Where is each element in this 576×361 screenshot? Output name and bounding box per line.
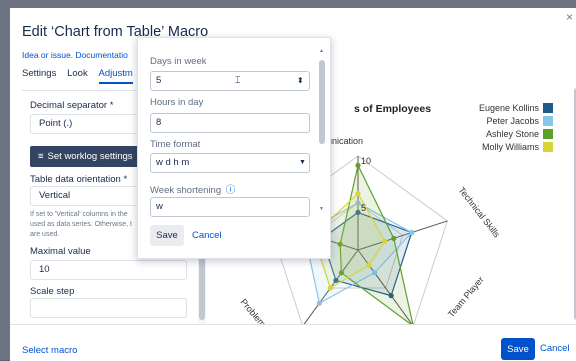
radar-data-point (391, 235, 397, 241)
legend-swatch (543, 116, 553, 126)
week-shortening-input[interactable]: w (150, 197, 310, 217)
legend-label: Peter Jacobs (486, 116, 539, 126)
worklog-settings-popup: Days in week 5 ⌶ ⬍ Hours in day 8 Time f… (137, 37, 331, 259)
decimal-separator-label: Decimal separator * (30, 100, 114, 111)
stepper-icon[interactable]: ⬍ (297, 72, 304, 90)
days-in-week-input[interactable]: 5 ⌶ ⬍ (150, 71, 310, 91)
radar-axis-label: Technical Skills (456, 185, 502, 240)
orientation-help-line: used as data series. Otherwise, t (30, 221, 132, 228)
help-icon[interactable]: ⓘ (226, 185, 236, 196)
description-link[interactable]: Idea or issue. Documentatio (22, 50, 128, 60)
worklog-settings-label: Set worklog settings (47, 151, 133, 162)
popup-save-button[interactable]: Save (150, 225, 184, 246)
legend-swatch (543, 142, 553, 152)
radar-axis-label: Team Player (446, 275, 486, 320)
radar-data-point (409, 229, 415, 236)
time-format-label: Time format (150, 139, 201, 150)
radial-tick-label: 10 (361, 156, 371, 166)
chart-title: s of Employees (354, 103, 431, 115)
scroll-up-icon[interactable]: ▲ (319, 48, 324, 54)
orientation-label: Table data orientation * (30, 174, 128, 185)
hours-in-day-input[interactable]: 8 (150, 113, 310, 133)
time-format-select[interactable]: w d h m ▼ (150, 153, 310, 173)
text-cursor-icon: ⌶ (235, 75, 241, 86)
scale-step-input[interactable] (30, 298, 187, 318)
days-in-week-value: 5 (156, 75, 162, 86)
days-in-week-label: Days in week (150, 56, 207, 67)
popup-cancel-button[interactable]: Cancel (192, 230, 222, 241)
orientation-help-line: are used. (30, 231, 60, 238)
maximal-value-input[interactable]: 10 (30, 260, 187, 280)
legend-label: Molly Williams (482, 142, 539, 152)
scroll-down-icon[interactable]: ▼ (319, 206, 324, 212)
maximal-value-label: Maximal value (30, 246, 91, 257)
legend-label: Eugene Kollins (479, 103, 540, 113)
legend-label: Ashley Stone (486, 129, 539, 139)
tab-settings[interactable]: Settings (22, 68, 56, 79)
settings-tabs: Settings Look Adjustm (22, 68, 141, 88)
menu-icon: ≡ (38, 151, 44, 162)
radial-tick-label: 5 (361, 203, 366, 213)
save-button[interactable]: Save (501, 338, 535, 360)
week-shortening-label: Week shortening ⓘ (150, 182, 235, 196)
dialog-footer: Select macro Save Cancel (10, 324, 576, 361)
hours-in-day-label: Hours in day (150, 97, 204, 108)
week-shortening-text: Week shortening (150, 185, 222, 196)
popup-scrollbar-thumb[interactable] (319, 60, 325, 144)
radar-data-point (355, 191, 361, 197)
worklog-settings-button[interactable]: ≡ Set worklog settings (30, 146, 140, 167)
chevron-down-icon: ▼ (299, 159, 306, 166)
radar-data-point (355, 162, 361, 168)
legend-swatch (543, 129, 553, 139)
orientation-help-line: If set to 'Vertical' columns in the (30, 211, 128, 218)
scale-step-label: Scale step (30, 286, 75, 297)
popup-scrollbar[interactable]: ▲ ▼ (318, 48, 326, 214)
time-format-value: w d h m (156, 157, 190, 168)
radar-data-point (327, 285, 333, 291)
close-icon[interactable]: × (566, 10, 576, 24)
cancel-button[interactable]: Cancel (540, 343, 570, 354)
popup-footer: Save Cancel (138, 217, 330, 258)
radar-axis-label: Problem Solving (238, 297, 288, 324)
radar-data-point (382, 238, 388, 244)
radar-data-point (366, 262, 372, 268)
legend-swatch (543, 103, 553, 113)
radar-data-point (316, 300, 322, 306)
select-macro-link[interactable]: Select macro (22, 345, 77, 356)
tab-adjustments[interactable]: Adjustm (98, 68, 133, 84)
tab-look[interactable]: Look (67, 68, 88, 79)
